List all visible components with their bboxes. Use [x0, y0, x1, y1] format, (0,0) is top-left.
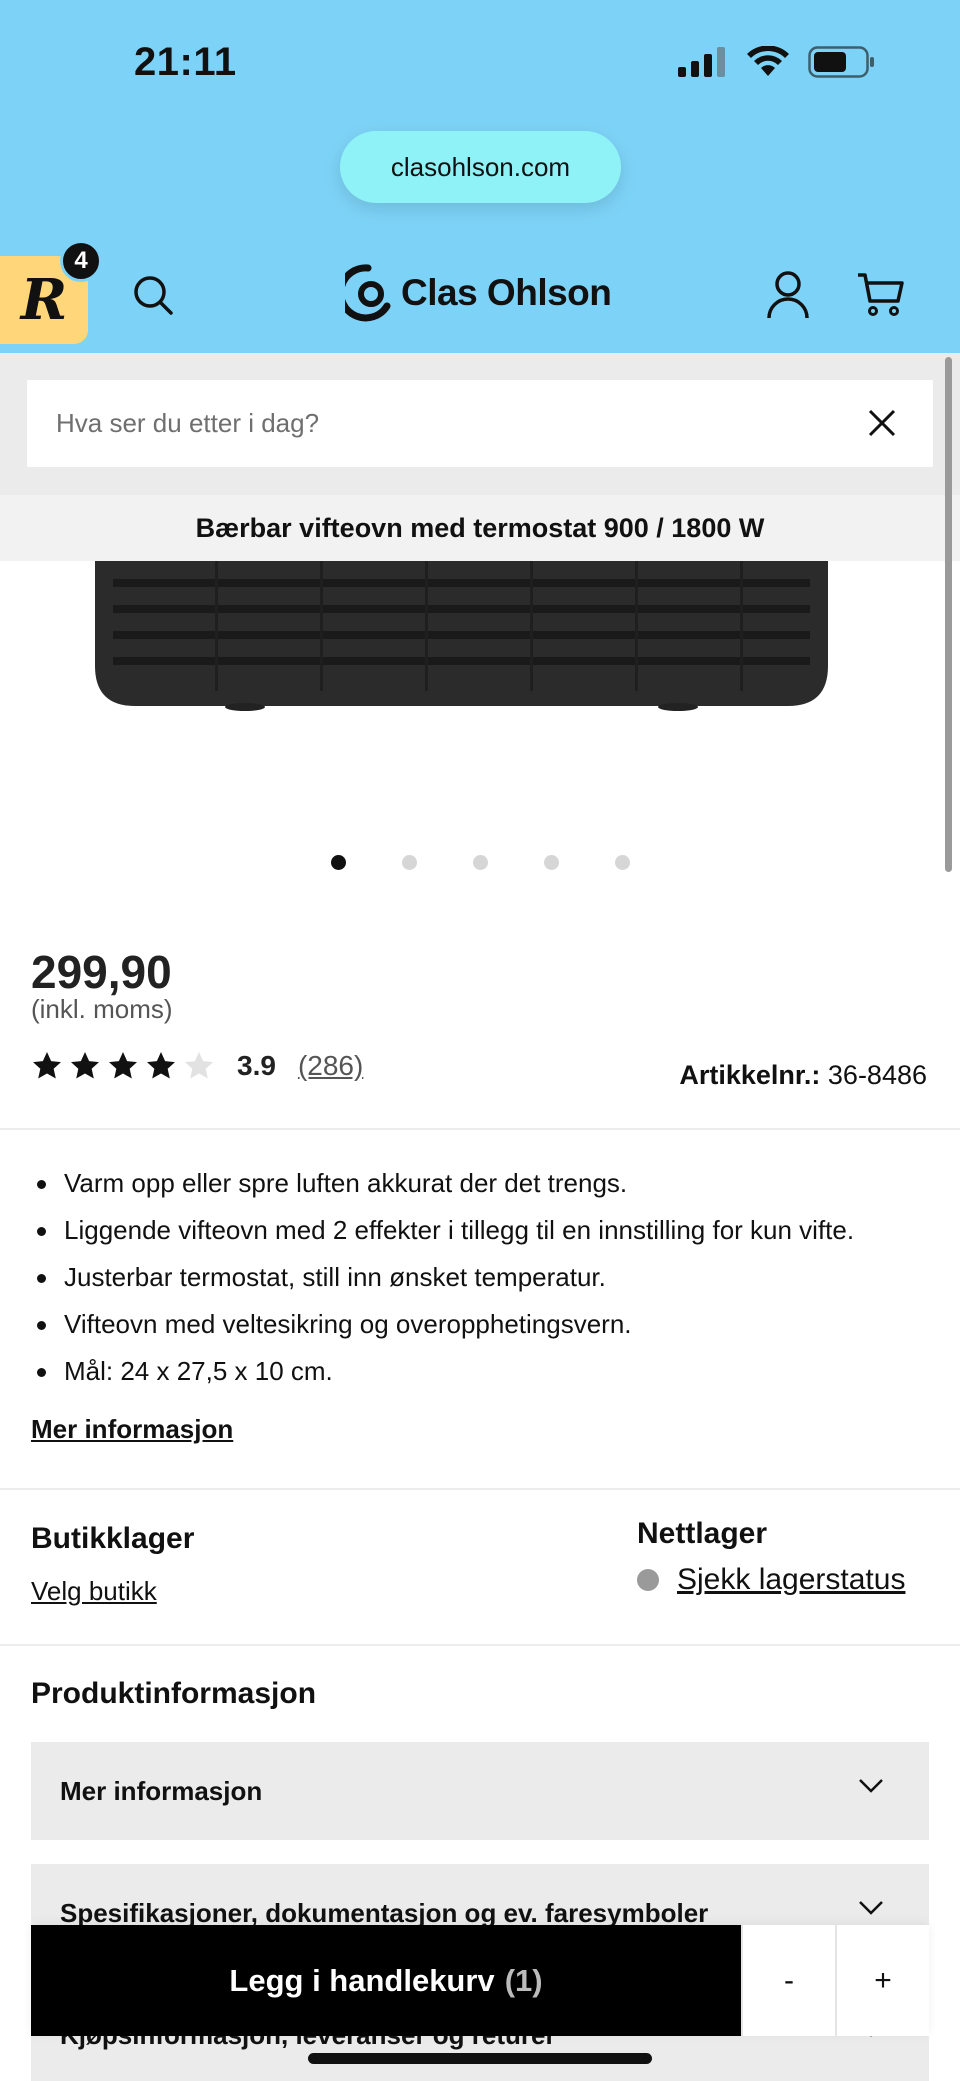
search-input[interactable] [56, 408, 856, 439]
feature-list: Varm opp eller spre luften akkurat der d… [31, 1160, 951, 1395]
cart-icon[interactable] [852, 266, 908, 322]
logo-text: Clas Ohlson [401, 272, 612, 313]
clas-ohlson-logo[interactable]: Clas Ohlson [345, 262, 612, 324]
add-to-cart-label: Legg i handlekurv [229, 1962, 495, 1998]
product-price: 299,90 [31, 946, 172, 998]
accordion-label: Spesifikasjoner, dokumentasjon og ev. fa… [60, 1897, 709, 1928]
star-filled-icon [71, 1052, 99, 1079]
divider [0, 1128, 960, 1130]
close-icon[interactable] [861, 402, 903, 444]
rewards-letter: R [20, 267, 68, 333]
rating-row[interactable]: 3.9 (286) [31, 1050, 363, 1082]
review-count-link[interactable]: (286) [298, 1050, 363, 1082]
account-icon[interactable] [762, 266, 814, 324]
check-stock-link[interactable]: Sjekk lagerstatus [677, 1563, 905, 1597]
chevron-down-icon [859, 1779, 883, 1793]
image-carousel-dots [0, 855, 960, 870]
carousel-dot[interactable] [401, 855, 417, 870]
carousel-dot[interactable] [330, 855, 346, 870]
store-stock-heading: Butikklager [31, 1522, 195, 1555]
accordion-label: Mer informasjon [60, 1775, 263, 1806]
star-filled-icon [147, 1052, 175, 1079]
product-image[interactable] [95, 561, 828, 711]
star-empty-icon [185, 1052, 213, 1079]
carousel-dot[interactable] [472, 855, 488, 870]
stock-status-dot [637, 1569, 659, 1591]
star-filled-icon [33, 1052, 61, 1079]
product-info-heading: Produktinformasjon [31, 1677, 317, 1710]
add-to-cart-bar: Legg i handlekurv (1) - + [31, 1925, 929, 2036]
accordion-more-info[interactable]: Mer informasjon [31, 1742, 929, 1840]
carousel-dot[interactable] [543, 855, 559, 870]
add-to-cart-button[interactable]: Legg i handlekurv (1) [31, 1925, 741, 2036]
article-value: 36-8486 [827, 1060, 927, 1090]
feature-item: Mål: 24 x 27,5 x 10 cm. [31, 1348, 951, 1395]
rewards-count: 4 [60, 240, 102, 282]
status-icons [678, 46, 876, 78]
divider [0, 1488, 960, 1490]
feature-item: Vifteovn med veltesikring og overoppheti… [31, 1301, 951, 1348]
article-number: Artikkelnr.: 36-8486 [679, 1060, 927, 1091]
feature-item: Varm opp eller spre luften akkurat der d… [31, 1160, 951, 1207]
carousel-dot[interactable] [614, 855, 630, 870]
product-title: Bærbar vifteovn med termostat 900 / 1800… [195, 512, 765, 543]
signal-icon [678, 47, 725, 77]
status-time: 21:11 [134, 40, 237, 84]
rating-stars [31, 1050, 215, 1082]
choose-store-link[interactable]: Velg butikk [31, 1576, 157, 1607]
more-info-link[interactable]: Mer informasjon [31, 1414, 233, 1445]
chevron-down-icon [859, 1901, 883, 1915]
battery-icon [808, 46, 874, 78]
online-stock-row[interactable]: Sjekk lagerstatus [637, 1563, 905, 1597]
logo-mark-icon [345, 264, 391, 322]
vat-note: (inkl. moms) [31, 994, 173, 1024]
search-icon[interactable] [128, 270, 178, 320]
star-filled-icon [109, 1052, 137, 1079]
scrollbar[interactable] [945, 357, 952, 872]
article-label: Artikkelnr.: [679, 1060, 821, 1090]
decrease-quantity-button[interactable]: - [741, 1925, 835, 2036]
home-indicator[interactable] [308, 2053, 652, 2064]
cart-quantity: (1) [504, 1962, 543, 1998]
rating-value: 3.9 [237, 1050, 276, 1081]
divider [0, 1644, 960, 1646]
increase-quantity-button[interactable]: + [835, 1925, 929, 2036]
feature-item: Justerbar termostat, still inn ønsket te… [31, 1254, 951, 1301]
search-box[interactable] [27, 380, 933, 467]
feature-item: Liggende vifteovn med 2 effekter i tille… [31, 1207, 951, 1254]
wifi-icon [747, 46, 789, 76]
url-bar[interactable]: clasohlson.com [340, 131, 621, 203]
product-title-strip: Bærbar vifteovn med termostat 900 / 1800… [0, 495, 960, 561]
online-stock-heading: Nettlager [637, 1517, 768, 1550]
